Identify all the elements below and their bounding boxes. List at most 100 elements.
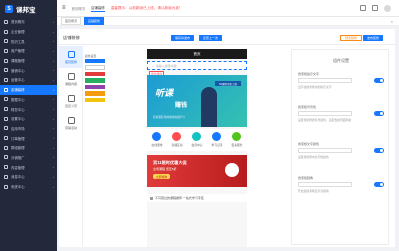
phone-preview: 首页 ⌕ 请输入搜索内容 搜索组件 听课 赚钱 52课程全新上线 名师课程 随时… <box>147 49 247 247</box>
side-tab[interactable]: 自定义页 <box>59 90 83 112</box>
side-tab-icon <box>67 116 75 124</box>
sidebar-item[interactable]: 首页概况 › <box>0 17 57 27</box>
sidebar-item[interactable]: 课程管理 › <box>0 56 57 66</box>
top-nav-home[interactable]: 首页概况 <box>72 6 86 11</box>
side-tab-label: 自定义页 <box>64 103 77 108</box>
sidebar-item[interactable]: 企业管理 › <box>0 27 57 37</box>
sidebar-item[interactable]: 营销中心 › <box>0 65 57 75</box>
quick-nav-item[interactable]: 会员中心 <box>191 132 203 151</box>
side-tab-icon <box>67 50 75 58</box>
settings-input[interactable] <box>298 148 352 153</box>
menu-icon <box>4 174 8 179</box>
sidebar-item-label: 消息中心 <box>11 175 25 180</box>
settings-block: 搜索框圆角 开启后搜索框显示为圆角 <box>298 176 384 193</box>
quick-nav-item[interactable]: 直播互动 <box>171 132 183 151</box>
color-swatch[interactable] <box>85 91 105 96</box>
sidebar-item-label: 运营中心 <box>11 78 25 83</box>
color-swatch[interactable] <box>85 59 105 64</box>
sidebar-item-label: 设置中心 <box>11 117 25 122</box>
chevron-right-icon: › <box>53 48 54 53</box>
color-swatch[interactable] <box>85 71 105 77</box>
side-tab[interactable]: 首页装修 <box>59 46 83 68</box>
logo[interactable]: S 课邦宝 <box>0 0 57 17</box>
decoration-panel: 店铺装修 保存并发布 还原上一次 预览装修 发布装修 首页装修 课程内容 自定义页营… <box>59 29 395 247</box>
top-nav-decoration[interactable]: 店铺装修 <box>91 5 105 12</box>
sidebar-item[interactable]: 群组管理 › <box>0 143 57 153</box>
menu-icon <box>4 97 8 102</box>
sidebar-item[interactable]: 设置中心 › <box>0 114 57 124</box>
avatar[interactable] <box>384 4 391 12</box>
promo-banner[interactable]: 双11限时优惠大促 全场课程 低至5折 立即抢购 <box>147 155 247 187</box>
list-item-text: 不可错过的课程推荐 一站式学习专区 <box>155 196 204 200</box>
sidebar-item[interactable]: 知识工具 › <box>0 36 57 46</box>
publish-button[interactable]: 发布装修 <box>363 35 384 41</box>
chevron-right-icon: › <box>53 145 54 150</box>
quick-nav-item[interactable]: 在线课堂 <box>151 132 163 151</box>
color-swatch[interactable] <box>85 65 105 70</box>
sidebar-item[interactable]: 店铺装修 › <box>0 84 57 95</box>
top-right-tools <box>360 4 391 12</box>
search-component[interactable]: ⌕ 请输入搜索内容 <box>147 61 247 70</box>
chevron-right-icon: › <box>53 39 54 44</box>
settings-input[interactable] <box>298 78 352 83</box>
sidebar-item-label: 数据中心 <box>11 97 25 102</box>
settings-label: 搜索框圆角 <box>298 176 314 180</box>
sidebar-item[interactable]: 数据中心 › <box>0 95 57 105</box>
sidebar-item[interactable]: 应用市场 › <box>0 124 57 134</box>
sidebar-item[interactable]: 系统中心 › <box>0 182 57 192</box>
side-tab-label: 课程内容 <box>64 81 77 86</box>
color-swatch[interactable] <box>85 84 105 90</box>
banner[interactable]: 听课 赚钱 52课程全新上线 名师课程 随时随地在线学习 <box>147 75 247 127</box>
side-tab-icon <box>67 72 75 80</box>
tab-home[interactable]: 首页概况 <box>61 17 82 25</box>
settings-block: 搜索框背景色 设置搜索框的背景颜色，适配当前页面风格 <box>298 105 384 122</box>
close-tabs-icon[interactable]: × <box>391 19 393 24</box>
restore-button[interactable]: 还原上一次 <box>199 35 223 41</box>
preview-button[interactable]: 预览装修 <box>340 35 363 41</box>
sidebar-item[interactable]: 分销推广 › <box>0 153 57 163</box>
menu-icon <box>4 58 8 63</box>
color-swatch[interactable] <box>85 97 105 103</box>
toggle-switch[interactable] <box>374 148 384 153</box>
chevron-right-icon: › <box>53 136 54 141</box>
promo-button[interactable]: 立即抢购 <box>153 174 171 180</box>
chevron-right-icon: › <box>53 116 54 121</box>
side-tab[interactable]: 课程内容 <box>59 68 83 90</box>
sidebar-item[interactable]: 消息中心 › <box>0 172 57 182</box>
save-publish-button[interactable]: 保存并发布 <box>171 35 195 41</box>
list-item[interactable]: 不可错过的课程推荐 一站式学习专区 <box>147 194 247 202</box>
help-icon[interactable] <box>372 5 378 11</box>
quick-nav-label: 会员中心 <box>191 143 203 147</box>
nav-icon <box>232 132 242 141</box>
chevron-right-icon: › <box>53 107 54 112</box>
sidebar-item[interactable]: 财务中心 › <box>0 104 57 114</box>
tab-decoration[interactable]: 店铺装修 <box>84 17 105 25</box>
sidebar-menu: 首页概况 › 企业管理 › 知识工具 › 用户管理 › 课程管理 › 营销中心 › 运营中心 › 店铺装修 ›… <box>0 17 57 191</box>
banner-line2: 赚钱 <box>175 103 188 109</box>
nav-icon <box>192 132 202 141</box>
menu-icon <box>4 48 8 53</box>
sidebar-item[interactable]: 运营中心 › <box>0 75 57 85</box>
hamburger-icon[interactable]: ≡ <box>62 5 66 11</box>
quick-nav: 在线课堂 直播互动 会员中心 学习记录 更多服务 <box>147 129 247 151</box>
toggle-switch[interactable] <box>374 111 384 116</box>
phone-header: 首页 <box>147 49 247 59</box>
quick-nav-item[interactable]: 更多服务 <box>231 132 243 151</box>
toggle-switch[interactable] <box>374 78 384 83</box>
toggle-switch[interactable] <box>374 182 384 187</box>
settings-input[interactable] <box>298 111 352 116</box>
color-swatch[interactable] <box>85 78 105 83</box>
list-icon <box>150 196 153 200</box>
sidebar-item[interactable]: 内容管理 › <box>0 162 57 172</box>
side-tab[interactable]: 营销活动 <box>59 112 83 134</box>
sidebar-item[interactable]: 用户管理 › <box>0 46 57 56</box>
settings-desc: 设置搜索框内文字的颜色 <box>298 155 329 159</box>
bell-icon[interactable] <box>360 5 366 11</box>
settings-input[interactable] <box>298 182 352 187</box>
sidebar-item-label: 课程管理 <box>11 59 25 64</box>
chevron-right-icon: › <box>53 165 54 170</box>
quick-nav-item[interactable]: 学习记录 <box>211 132 223 151</box>
chevron-right-icon: › <box>53 174 54 179</box>
menu-icon <box>4 19 8 24</box>
sidebar-item[interactable]: 订单管理 › <box>0 133 57 143</box>
